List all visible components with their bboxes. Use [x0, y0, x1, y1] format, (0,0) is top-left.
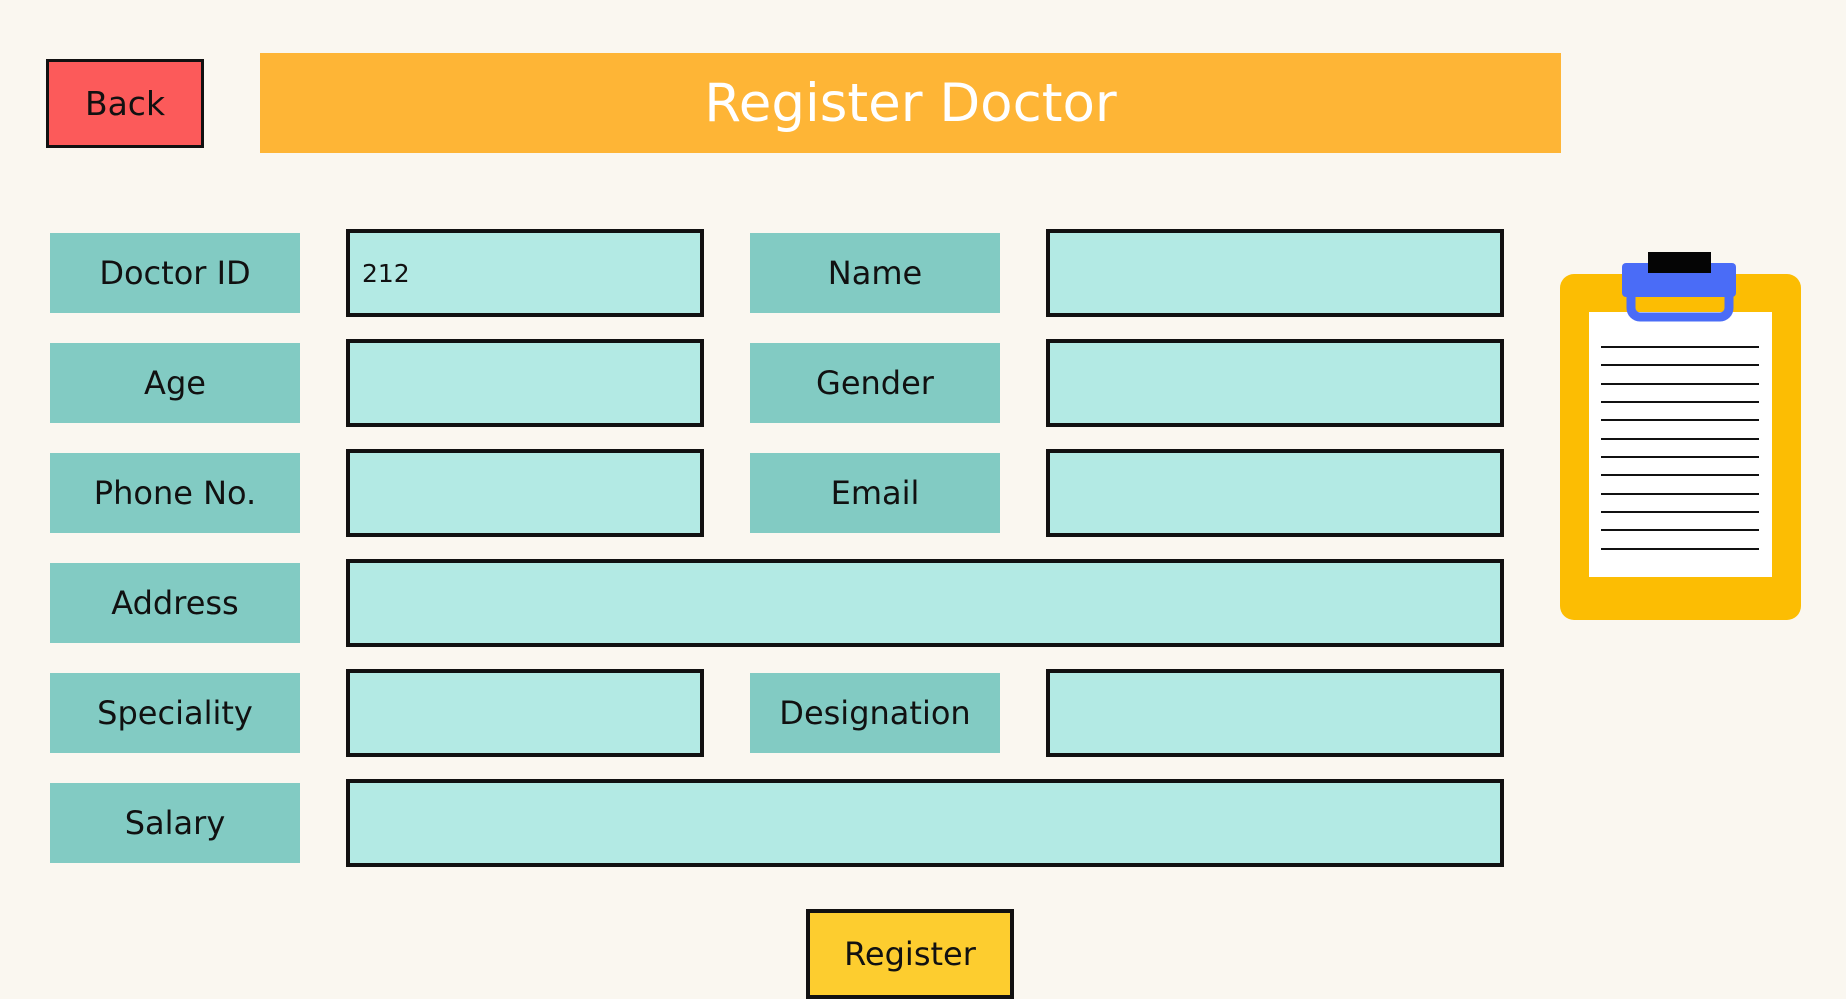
phone-label: Phone No. — [50, 453, 300, 533]
speciality-input[interactable] — [346, 669, 704, 757]
phone-input[interactable] — [346, 449, 704, 537]
back-button-label: Back — [84, 84, 166, 123]
name-input[interactable] — [1046, 229, 1504, 317]
gender-label-text: Gender — [816, 364, 934, 402]
address-label: Address — [50, 563, 300, 643]
back-button[interactable]: Back — [46, 59, 204, 148]
address-label-text: Address — [111, 584, 239, 622]
doctor-id-label-text: Doctor ID — [99, 254, 251, 292]
gender-input[interactable] — [1046, 339, 1504, 427]
salary-label: Salary — [50, 783, 300, 863]
speciality-label: Speciality — [50, 673, 300, 753]
address-input[interactable] — [346, 559, 1504, 647]
register-button[interactable]: Register — [806, 909, 1014, 999]
age-label: Age — [50, 343, 300, 423]
clipboard-icon — [1560, 245, 1801, 620]
age-label-text: Age — [144, 364, 206, 402]
phone-label-text: Phone No. — [93, 474, 257, 512]
doctor-id-input[interactable] — [346, 229, 704, 317]
designation-label-text: Designation — [779, 694, 971, 732]
email-input[interactable] — [1046, 449, 1504, 537]
designation-input[interactable] — [1046, 669, 1504, 757]
salary-input[interactable] — [346, 779, 1504, 867]
gender-label: Gender — [750, 343, 1000, 423]
page-title: Register Doctor — [704, 72, 1117, 134]
name-label-text: Name — [827, 254, 923, 292]
name-label: Name — [750, 233, 1000, 313]
speciality-label-text: Speciality — [97, 694, 253, 732]
salary-label-text: Salary — [124, 804, 226, 842]
doctor-id-label: Doctor ID — [50, 233, 300, 313]
email-label: Email — [750, 453, 1000, 533]
designation-label: Designation — [750, 673, 1000, 753]
register-button-label: Register — [844, 935, 976, 973]
email-label-text: Email — [830, 474, 920, 512]
page-title-banner: Register Doctor — [260, 53, 1561, 153]
age-input[interactable] — [346, 339, 704, 427]
